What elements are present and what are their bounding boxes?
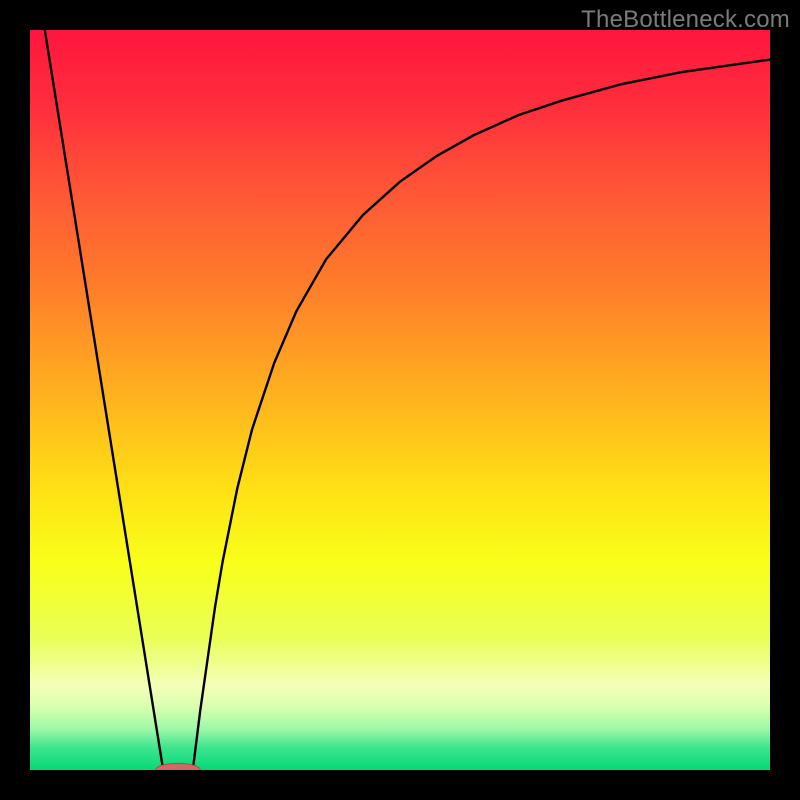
watermark-text: TheBottleneck.com: [581, 6, 790, 34]
plot-area: [30, 30, 770, 770]
chart-svg: [30, 30, 770, 770]
gradient-background: [30, 30, 770, 770]
chart-frame: TheBottleneck.com: [0, 0, 800, 800]
